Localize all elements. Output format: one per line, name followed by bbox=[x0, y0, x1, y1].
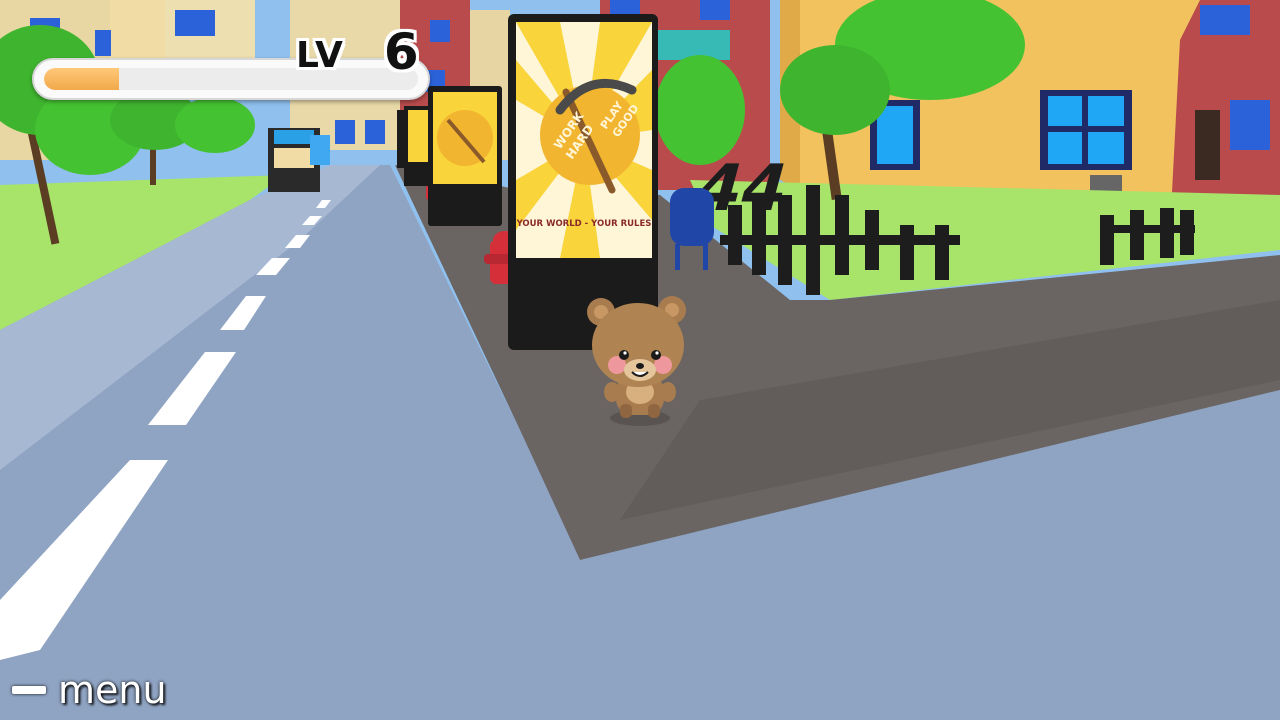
billboard-tagline: YOUR WORLD - YOUR RULES bbox=[516, 219, 652, 229]
billboard-far bbox=[397, 86, 502, 226]
minus-key-icon bbox=[12, 686, 46, 694]
level-indicator: LV 6 bbox=[296, 18, 419, 78]
billboard-main: WORK HARD PLAY GOOD YOUR WORLD - YOUR RU… bbox=[508, 14, 658, 350]
xp-fill bbox=[44, 68, 119, 90]
game-scene: 44 WORK HARD PLAY GOOD YOUR WORLD - YOUR… bbox=[0, 0, 1280, 720]
menu-label: menu bbox=[58, 668, 167, 712]
menu-button[interactable]: menu bbox=[12, 668, 167, 712]
level-value: 6 bbox=[383, 23, 419, 81]
level-label: LV bbox=[296, 35, 344, 76]
